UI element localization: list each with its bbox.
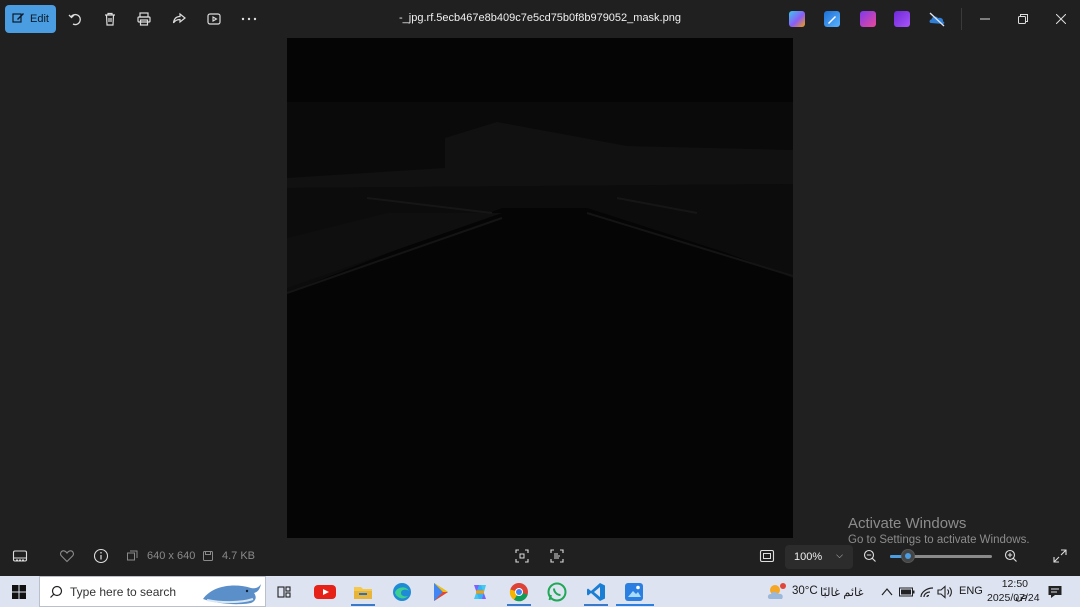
favorite-icon[interactable] (59, 548, 75, 564)
vscode-icon[interactable] (584, 580, 608, 604)
copilot-app-icon[interactable] (468, 580, 492, 604)
zoom-in-icon[interactable] (1003, 548, 1019, 564)
fit-to-window-icon[interactable] (514, 548, 530, 564)
video-editor-icon[interactable] (894, 11, 910, 27)
image-dimensions: 640 x 640 (147, 550, 196, 562)
show-hidden-icons-chevron-up-icon[interactable] (877, 580, 897, 604)
vscode-active-indicator (584, 604, 608, 606)
actual-size-icon[interactable] (759, 548, 775, 564)
dimensions-icon (126, 548, 138, 564)
info-icon[interactable] (93, 548, 109, 564)
edge-icon[interactable] (390, 580, 414, 604)
notifications-icon[interactable] (1043, 580, 1067, 604)
search-placeholder: Type here to search (70, 584, 177, 599)
fullscreen-icon[interactable] (1052, 548, 1068, 564)
photos-active-indicator (616, 604, 654, 606)
chrome-active-indicator (507, 604, 531, 606)
visual-search-icon[interactable] (549, 548, 565, 564)
dolphin-icon (203, 584, 261, 605)
zoom-out-icon[interactable] (862, 548, 878, 564)
zoom-dropdown[interactable]: 100% ⌵ (785, 545, 853, 569)
volume-icon[interactable] (935, 580, 955, 604)
search-icon (50, 585, 63, 598)
filmstrip-icon[interactable] (12, 548, 28, 564)
whatsapp-icon[interactable] (545, 580, 569, 604)
photo-editor-icon[interactable] (824, 11, 840, 27)
image-canvas[interactable] (287, 38, 793, 538)
activate-subtitle: Go to Settings to activate Windows. (848, 534, 1030, 546)
zoom-level: 100% (794, 551, 823, 563)
file-explorer-icon[interactable] (351, 580, 375, 604)
youtube-icon[interactable] (313, 580, 337, 604)
weather-temperature: 30°C (792, 585, 818, 597)
activate-windows-watermark: Activate Windows Go to Settings to activ… (848, 515, 1030, 546)
window-title: -_jpg.rf.5ecb467e8b409c7e5cd75b0f8b97905… (399, 12, 681, 24)
close-button[interactable] (1049, 8, 1073, 30)
chevron-down-icon: ⌵ (836, 550, 843, 560)
mask-image (287, 38, 793, 538)
restore-button[interactable] (1011, 8, 1035, 30)
minimize-button[interactable] (973, 8, 997, 30)
title-separator (961, 8, 962, 30)
copilot-icon[interactable] (789, 11, 805, 27)
battery-icon[interactable] (897, 580, 917, 604)
file-size-icon (202, 548, 214, 564)
start-button[interactable] (0, 576, 38, 607)
activate-title: Activate Windows (848, 515, 967, 532)
taskbar-search-box[interactable]: Type here to search (39, 576, 266, 607)
file-explorer-active-indicator (351, 604, 375, 606)
weather-description: غائم غالبًا (820, 587, 864, 599)
input-language[interactable]: ENG (959, 585, 983, 597)
onedrive-icon[interactable] (928, 11, 946, 27)
clock-date[interactable]: 2025/07/24 (987, 592, 1040, 604)
wifi-icon[interactable] (917, 580, 937, 604)
chrome-icon[interactable] (507, 580, 531, 604)
file-size: 4.7 KB (222, 550, 256, 562)
play-store-icon[interactable] (429, 580, 453, 604)
windows-logo-icon (12, 584, 26, 599)
task-view-icon[interactable] (272, 580, 296, 604)
clipchamp-icon[interactable] (860, 11, 876, 27)
weather-icon[interactable] (765, 580, 789, 604)
photos-icon[interactable] (622, 580, 646, 604)
